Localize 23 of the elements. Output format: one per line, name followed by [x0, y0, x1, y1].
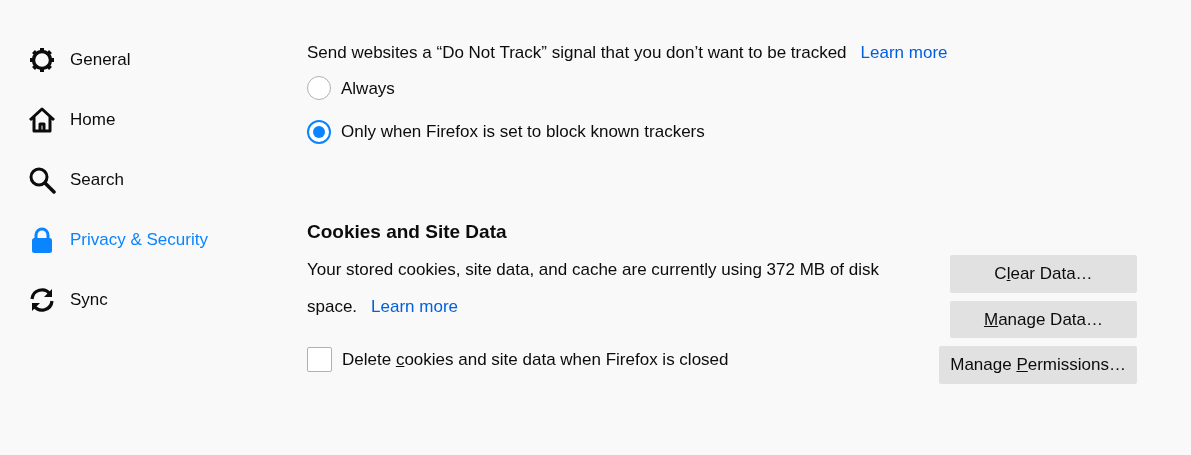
action-button[interactable]: Manage Permissions…	[939, 346, 1137, 384]
sidebar-item[interactable]: Home	[28, 90, 307, 150]
sidebar-item[interactable]: General	[28, 30, 307, 90]
radio-option[interactable]: Only when Firefox is set to block known trackers	[307, 119, 1137, 145]
sidebar-item[interactable]: Search	[28, 150, 307, 210]
learn-more-link[interactable]: Learn more	[371, 297, 459, 317]
storage-description: Your stored cookies, site data, and cache are currently using 372 MB of disk space. Learn more	[307, 259, 881, 319]
checkbox-label[interactable]: Delete cookies and site data when Firefox is closed	[342, 341, 729, 379]
sidebar-item[interactable]: Sync	[28, 270, 307, 330]
search-icon	[28, 166, 56, 194]
description-text: Send websites a “Do Not Track” signal that you don’t want to be tracked	[307, 42, 847, 64]
home-icon	[28, 106, 56, 134]
action-button[interactable]: Clear Data…	[950, 255, 1137, 293]
radio-button[interactable]	[307, 119, 331, 144]
settings-icon	[28, 46, 56, 74]
sidebar-item[interactable]: Privacy & Security	[28, 210, 307, 270]
checkbox[interactable]	[307, 347, 332, 373]
sync-icon	[28, 286, 56, 314]
learn-more-link[interactable]: Learn more	[860, 40, 948, 66]
radio-option[interactable]: Always	[307, 75, 1137, 101]
radio-button[interactable]	[307, 76, 331, 101]
section-heading: Cookies and Site Data	[307, 220, 508, 244]
action-button[interactable]: Manage Data…	[950, 300, 1137, 339]
